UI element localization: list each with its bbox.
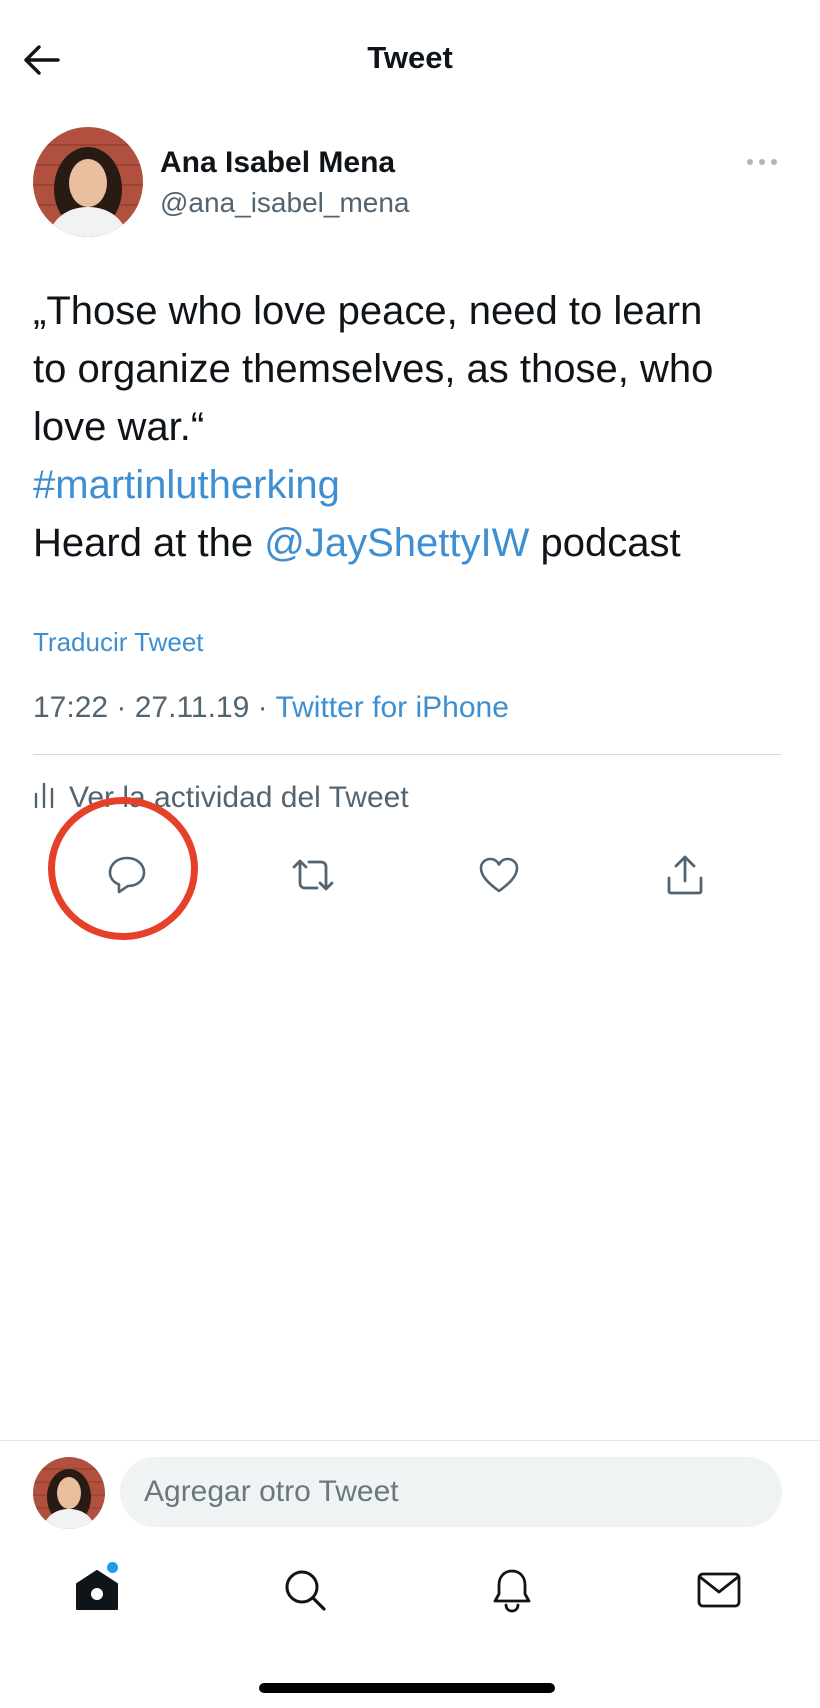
translate-tweet-link[interactable]: Traducir Tweet [33, 625, 204, 659]
more-horizontal-icon [747, 159, 777, 165]
author-handle[interactable]: @ana_isabel_mena [160, 186, 409, 220]
meta-separator: · [249, 691, 276, 724]
activity-label: Ver la actividad del Tweet [69, 781, 409, 814]
reply-icon [108, 856, 146, 894]
bottom-tab-bar [0, 1555, 820, 1635]
home-indicator [259, 1683, 555, 1693]
tweet-text-line: „Those who love peace, need to learn [33, 289, 703, 333]
home-icon [76, 1570, 118, 1610]
tab-home[interactable] [67, 1555, 127, 1625]
user-avatar[interactable] [33, 1457, 105, 1529]
author-avatar[interactable] [33, 127, 143, 237]
tweet-text-line: to organize themselves, as those, who [33, 347, 714, 391]
retweet-button[interactable] [283, 845, 343, 905]
more-options-button[interactable] [740, 150, 784, 174]
tab-search[interactable] [275, 1555, 335, 1625]
tweet-text-line: love war.“ [33, 405, 205, 449]
reply-button[interactable] [97, 845, 157, 905]
hashtag-link[interactable]: #martinlutherking [33, 463, 340, 507]
tweet-text-segment: Heard at the [33, 521, 265, 565]
mention-link[interactable]: @JayShettyIW [264, 521, 529, 565]
tweet-time: 17:22 [33, 691, 109, 724]
retweet-icon [292, 859, 334, 891]
tweet-text-segment: podcast [529, 521, 681, 565]
mail-icon [697, 1572, 741, 1608]
tweet-source-link[interactable]: Twitter for iPhone [275, 691, 508, 724]
divider [0, 1440, 820, 1441]
tweet-metadata: 17:22 · 27.11.19 · Twitter for iPhone [33, 688, 509, 728]
bar-chart-icon [33, 780, 55, 816]
author-name[interactable]: Ana Isabel Mena [160, 145, 395, 181]
add-tweet-input[interactable] [120, 1457, 782, 1527]
tab-notifications[interactable] [482, 1555, 542, 1625]
heart-icon [479, 857, 519, 893]
divider [33, 754, 781, 755]
tweet-activity-link[interactable]: Ver la actividad del Tweet [33, 778, 409, 818]
bell-icon [493, 1569, 531, 1613]
top-bar: Tweet [0, 0, 820, 116]
home-notification-dot [107, 1562, 118, 1573]
tab-messages[interactable] [689, 1555, 749, 1625]
search-icon [285, 1570, 326, 1611]
page-title: Tweet [367, 40, 453, 75]
tweet-date: 27.11.19 [134, 691, 250, 724]
like-button[interactable] [469, 845, 529, 905]
share-icon [667, 855, 703, 895]
tweet-text: „Those who love peace, need to learn to … [33, 282, 793, 572]
tweet-action-bar [0, 845, 820, 905]
meta-separator: · [108, 691, 135, 724]
share-button[interactable] [655, 845, 715, 905]
